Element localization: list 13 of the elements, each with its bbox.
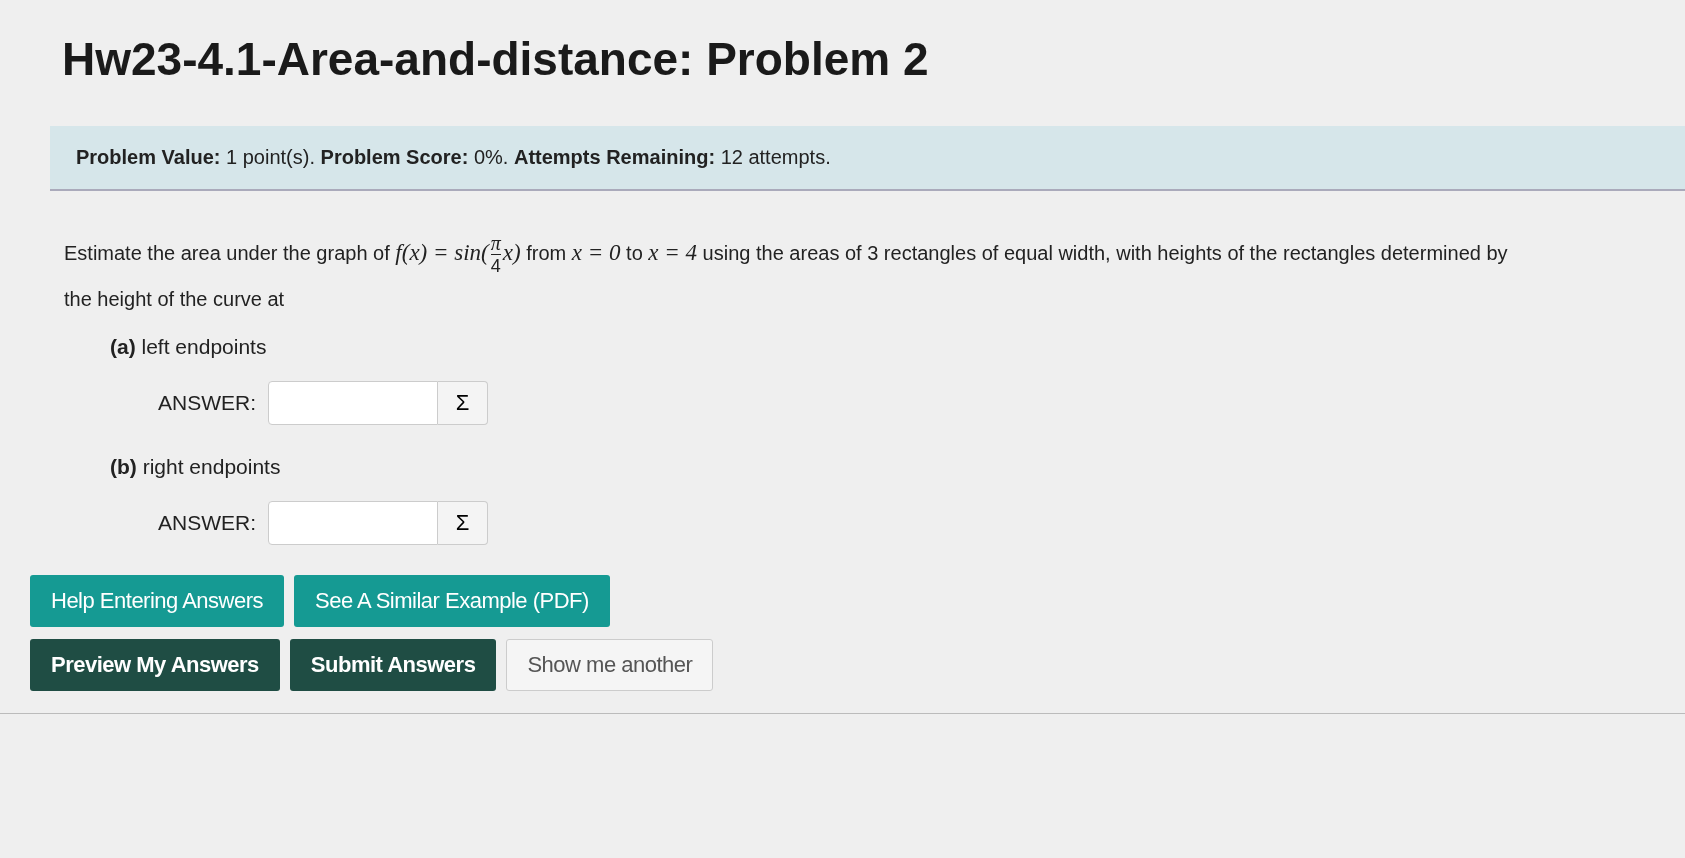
answer-label: ANSWER:: [158, 391, 256, 416]
action-button[interactable]: Show me another: [506, 639, 714, 692]
action-button[interactable]: Preview My Answers: [30, 639, 280, 692]
equation-editor-button[interactable]: Σ: [438, 501, 488, 546]
page-title: Hw23-4.1-Area-and-distance: Problem 2: [62, 32, 930, 86]
part-question: (b) right endpoints: [110, 455, 282, 480]
answer-field[interactable]: [268, 381, 438, 426]
action-button[interactable]: Submit Answers: [289, 639, 497, 692]
problem-status-text: Problem Value: 1 point(s). Problem Score: 0%. Attempts Remaining: 12 attempts.: [76, 146, 831, 168]
answer-label: ANSWER:: [158, 511, 256, 536]
equation-editor-button[interactable]: Σ: [438, 381, 488, 426]
answer-field[interactable]: [268, 501, 438, 546]
part-question: (a) left endpoints: [110, 335, 268, 360]
